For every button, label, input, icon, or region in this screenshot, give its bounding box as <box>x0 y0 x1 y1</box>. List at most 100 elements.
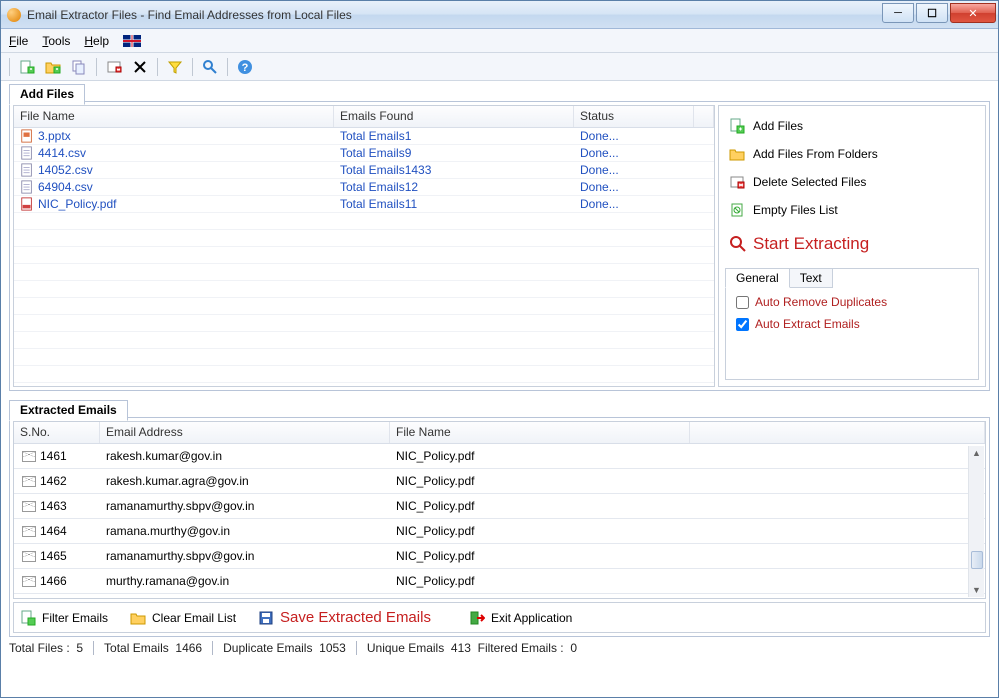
file-type-icon <box>20 180 34 194</box>
col-emails-found[interactable]: Emails Found <box>334 106 574 127</box>
files-row[interactable]: 64904.csvTotal Emails12Done... <box>14 179 714 196</box>
scroll-thumb[interactable] <box>971 551 983 569</box>
email-row[interactable]: 1461rakesh.kumar@gov.inNIC_Policy.pdf <box>14 444 985 469</box>
col-filename[interactable]: File Name <box>14 106 334 127</box>
files-row[interactable]: 3.pptx Total Emails1Done... <box>14 128 714 145</box>
clear-email-list-label: Clear Email List <box>152 611 236 625</box>
scroll-down-icon[interactable]: ▼ <box>970 583 983 597</box>
toolbar-add-folder-icon[interactable] <box>42 56 64 78</box>
col-email[interactable]: Email Address <box>100 422 390 443</box>
toolbar-add-file-icon[interactable] <box>16 56 38 78</box>
add-from-folders-button[interactable]: Add Files From Folders <box>725 140 979 168</box>
exit-icon <box>469 610 485 626</box>
folder-icon <box>729 146 745 162</box>
delete-icon <box>729 174 745 190</box>
file-emails-cell: Total Emails9 <box>334 146 574 160</box>
minimize-button[interactable]: ─ <box>882 3 914 23</box>
delete-selected-button[interactable]: Delete Selected Files <box>725 168 979 196</box>
add-from-folders-label: Add Files From Folders <box>753 147 878 161</box>
file-emails-cell: Total Emails1433 <box>334 163 574 177</box>
add-files-tab: Add Files <box>9 84 85 105</box>
file-status-cell: Done... <box>574 146 714 160</box>
status-total-emails: Total Emails 1466 <box>104 641 202 655</box>
start-extracting-button[interactable]: Start Extracting <box>725 230 979 258</box>
email-sno-cell: 1463 <box>40 499 67 513</box>
mail-icon <box>22 476 36 487</box>
files-row-empty <box>14 366 714 383</box>
add-files-button[interactable]: Add Files <box>725 112 979 140</box>
email-sno-cell: 1462 <box>40 474 67 488</box>
email-sno-cell: 1461 <box>40 449 67 463</box>
filter-emails-button[interactable]: Filter Emails <box>16 608 112 628</box>
email-address-cell: ramanamurthy.sbpv@gov.in <box>100 549 390 563</box>
files-row[interactable]: 14052.csvTotal Emails1433Done... <box>14 162 714 179</box>
scrollbar[interactable]: ▲ ▼ <box>968 446 984 597</box>
toolbar-filter-icon[interactable] <box>164 56 186 78</box>
menu-tools[interactable]: Tools <box>42 34 70 48</box>
add-files-frame: Add Files File Name Emails Found Status … <box>9 101 990 391</box>
file-name-cell: 3.pptx <box>38 129 71 143</box>
file-name-cell: 4414.csv <box>38 146 86 160</box>
status-duplicate-emails: Duplicate Emails 1053 <box>223 641 346 655</box>
file-name-cell: NIC_Policy.pdf <box>38 197 116 211</box>
email-row[interactable]: 1462rakesh.kumar.agra@gov.inNIC_Policy.p… <box>14 469 985 494</box>
add-files-label: Add Files <box>753 119 803 133</box>
start-extracting-label: Start Extracting <box>753 234 869 254</box>
close-button[interactable]: ✕ <box>950 3 996 23</box>
files-row[interactable]: NIC_Policy.pdfTotal Emails11Done... <box>14 196 714 213</box>
email-row[interactable]: 1466murthy.ramana@gov.inNIC_Policy.pdf <box>14 569 985 594</box>
tab-text[interactable]: Text <box>789 268 833 288</box>
menu-help[interactable]: Help <box>84 34 109 48</box>
files-row-empty <box>14 230 714 247</box>
toolbar-help-icon[interactable]: ? <box>234 56 256 78</box>
file-status-cell: Done... <box>574 197 714 211</box>
email-file-cell: NIC_Policy.pdf <box>390 499 690 513</box>
email-row[interactable]: 1465ramanamurthy.sbpv@gov.inNIC_Policy.p… <box>14 544 985 569</box>
scroll-up-icon[interactable]: ▲ <box>970 446 983 460</box>
bottom-buttons: Filter Emails Clear Email List Save Extr… <box>13 602 986 633</box>
col-status[interactable]: Status <box>574 106 694 127</box>
auto-extract-emails-checkbox[interactable] <box>736 318 749 331</box>
email-address-cell: rakesh.kumar@gov.in <box>100 449 390 463</box>
language-flag-icon[interactable] <box>123 35 141 47</box>
files-row-empty <box>14 213 714 230</box>
clear-email-list-button[interactable]: Clear Email List <box>126 608 240 628</box>
save-extracted-button[interactable]: Save Extracted Emails <box>254 607 435 628</box>
auto-remove-duplicates-checkbox[interactable] <box>736 296 749 309</box>
status-total-files: Total Files : 5 <box>9 641 83 655</box>
menu-file[interactable]: File <box>9 34 28 48</box>
exit-app-button[interactable]: Exit Application <box>465 608 576 628</box>
empty-list-button[interactable]: Empty Files List <box>725 196 979 224</box>
file-type-icon <box>20 129 34 143</box>
emails-table-header: S.No. Email Address File Name <box>14 422 985 444</box>
delete-selected-label: Delete Selected Files <box>753 175 866 189</box>
file-emails-cell: Total Emails1 <box>334 129 574 143</box>
app-icon <box>7 8 21 22</box>
add-file-icon <box>729 118 745 134</box>
tab-general[interactable]: General <box>725 268 790 288</box>
mail-icon <box>22 451 36 462</box>
files-row-empty <box>14 281 714 298</box>
files-row-empty <box>14 332 714 349</box>
extracted-emails-frame: Extracted Emails S.No. Email Address Fil… <box>9 417 990 637</box>
toolbar-delete-icon[interactable] <box>103 56 125 78</box>
email-address-cell: rakesh.kumar.agra@gov.in <box>100 474 390 488</box>
svg-text:?: ? <box>242 62 249 74</box>
maximize-button[interactable]: ☐ <box>916 3 948 23</box>
file-status-cell: Done... <box>574 129 714 143</box>
email-row[interactable]: 1463ramanamurthy.sbpv@gov.inNIC_Policy.p… <box>14 494 985 519</box>
email-file-cell: NIC_Policy.pdf <box>390 524 690 538</box>
col-filename2[interactable]: File Name <box>390 422 690 443</box>
toolbar-search-icon[interactable] <box>199 56 221 78</box>
email-row[interactable]: 1464ramana.murthy@gov.inNIC_Policy.pdf <box>14 519 985 544</box>
file-name-cell: 14052.csv <box>38 163 93 177</box>
auto-remove-duplicates-row[interactable]: Auto Remove Duplicates <box>726 291 978 313</box>
toolbar-clear-icon[interactable] <box>129 56 151 78</box>
toolbar-copy-icon[interactable] <box>68 56 90 78</box>
status-unique-emails: Unique Emails 413 Filtered Emails : 0 <box>367 641 577 655</box>
files-row[interactable]: 4414.csv Total Emails9Done... <box>14 145 714 162</box>
extracted-emails-tab: Extracted Emails <box>9 400 128 421</box>
mail-icon <box>22 576 36 587</box>
auto-extract-emails-row[interactable]: Auto Extract Emails <box>726 313 978 335</box>
col-sno[interactable]: S.No. <box>14 422 100 443</box>
